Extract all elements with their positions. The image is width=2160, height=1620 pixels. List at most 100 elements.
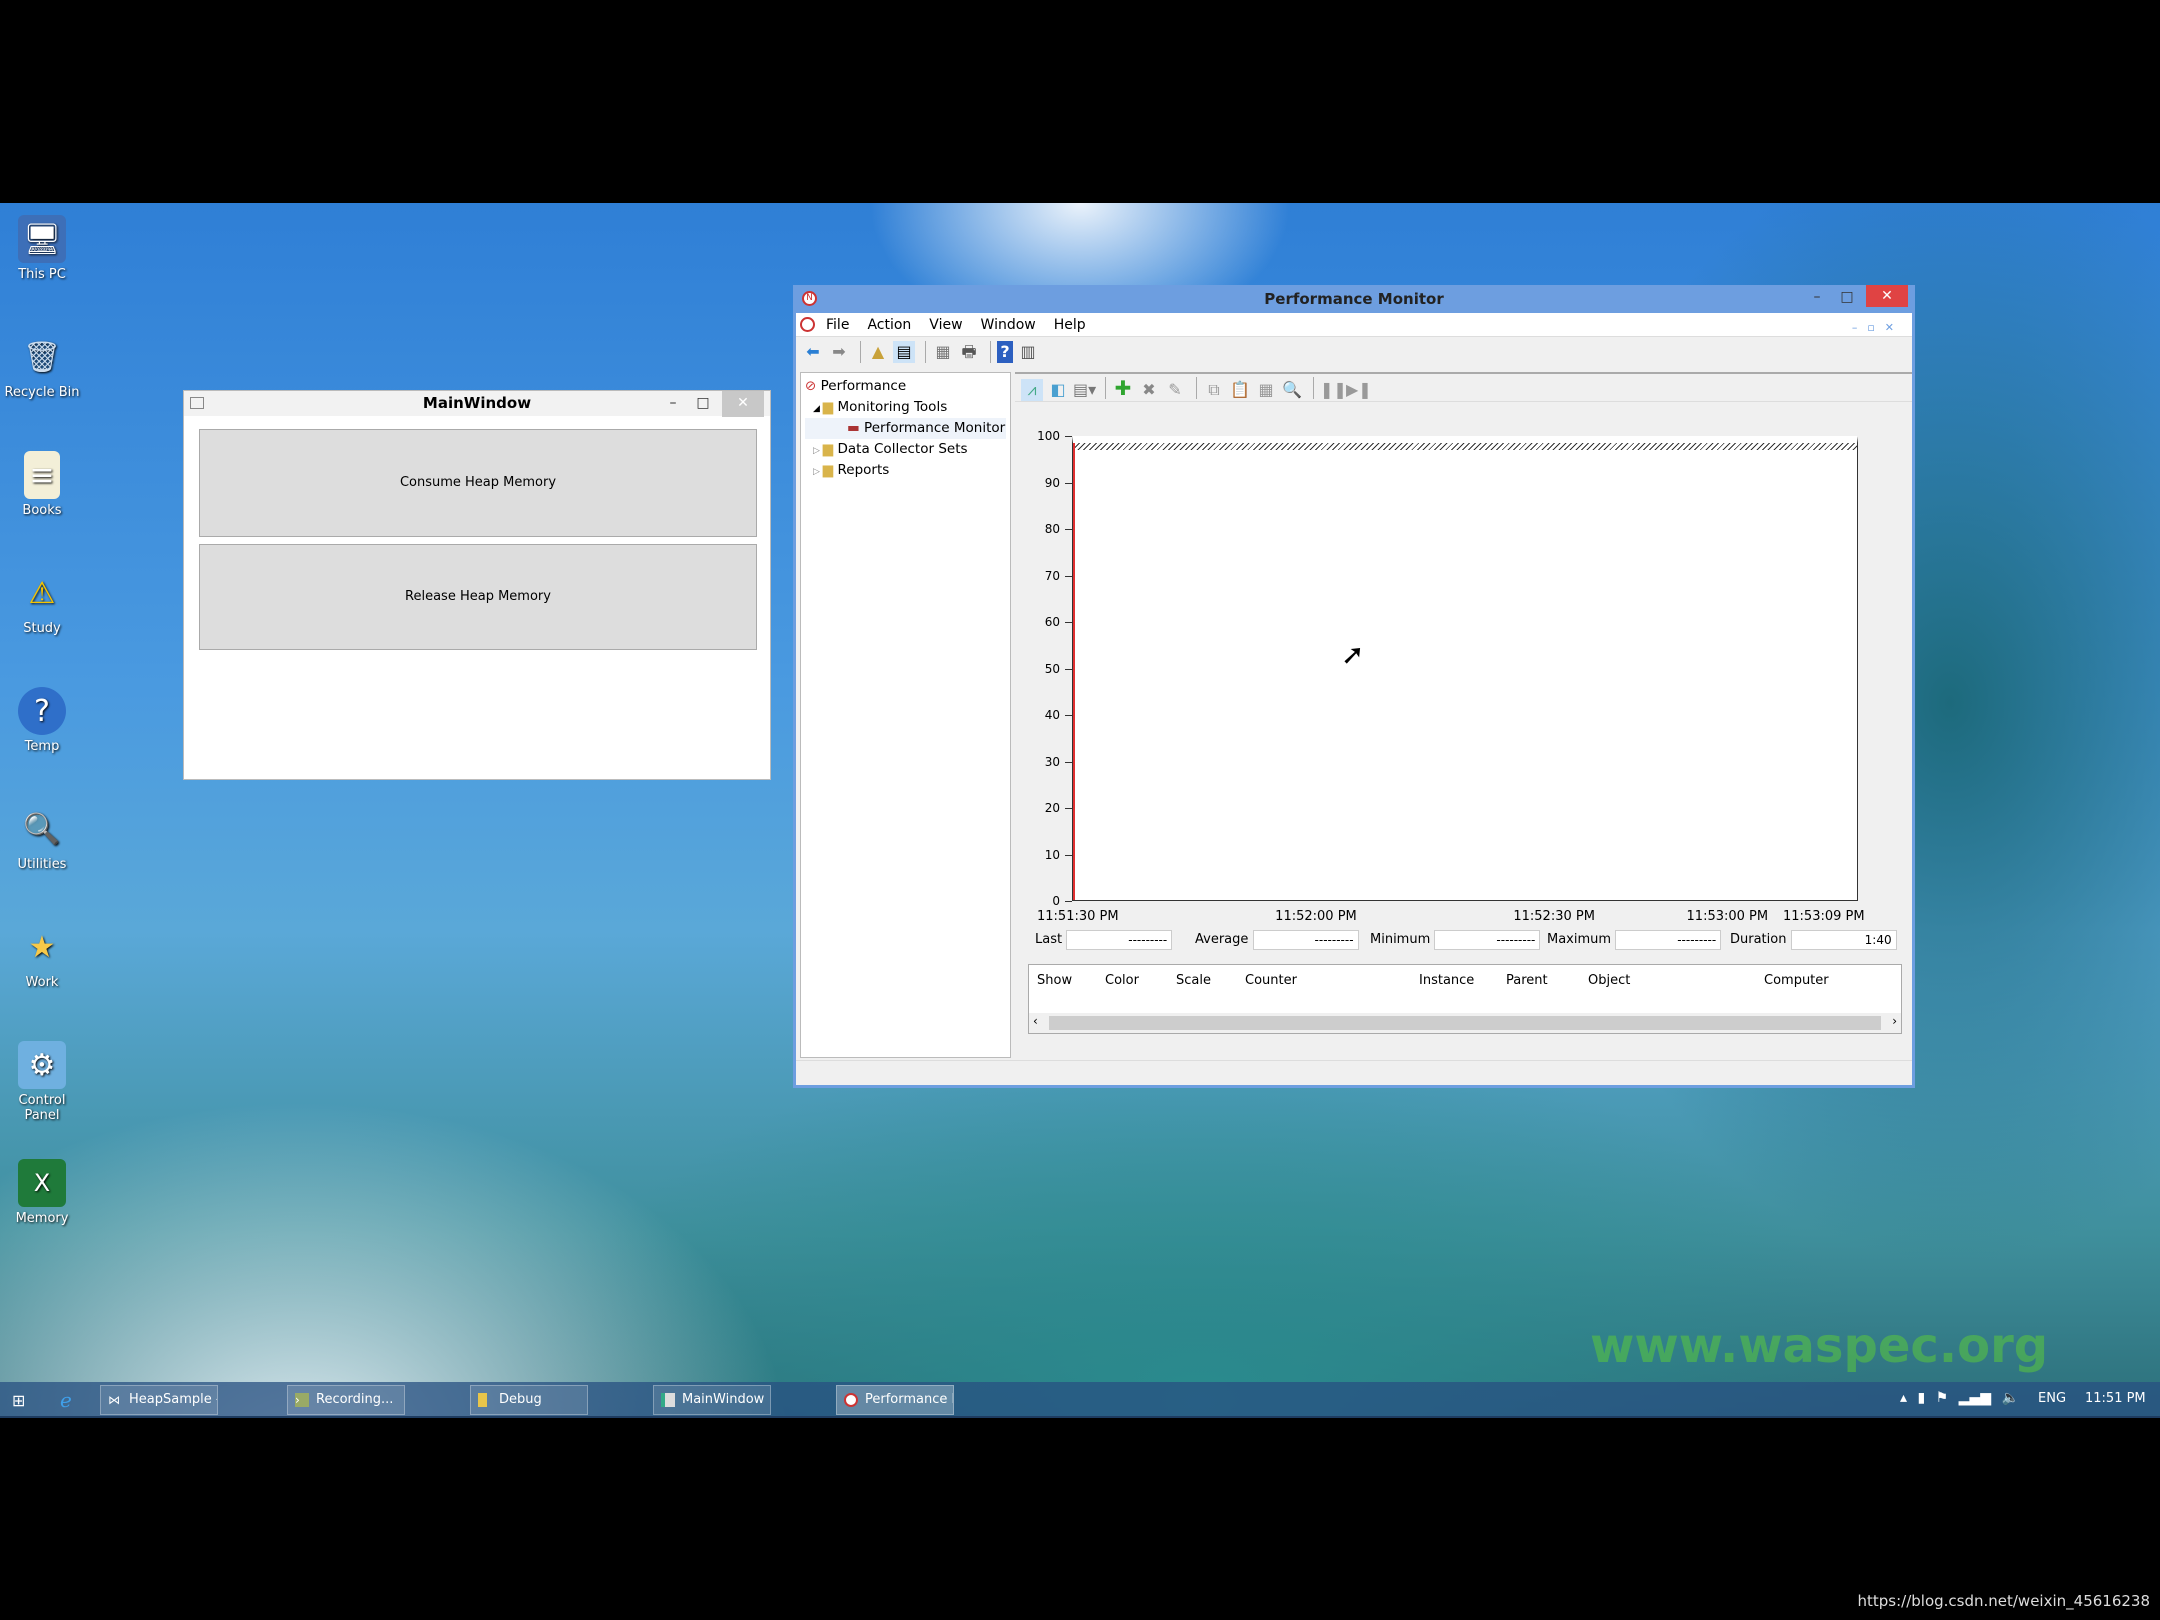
tree-item-reports[interactable]: ▷ ▆ Reports xyxy=(805,460,1006,481)
stats-row: Last --------- Average --------- Minimum… xyxy=(1035,929,1905,953)
show-hide-tree-icon[interactable]: ▤ xyxy=(893,341,915,363)
taskbar-item-recording[interactable]: › Recording... xyxy=(287,1385,405,1415)
control-panel-icon: ⚙ xyxy=(18,1041,66,1089)
battery-icon[interactable]: ▮ xyxy=(1917,1390,1925,1406)
desktop-icon-recycle-bin[interactable]: 🗑 Recycle Bin xyxy=(0,333,84,401)
highlight-icon[interactable]: ✎ xyxy=(1164,379,1186,401)
desktop-icon-this-pc[interactable]: 🖥 This PC xyxy=(0,215,84,282)
column-counter[interactable]: Counter xyxy=(1245,973,1297,988)
show-hidden-icons-icon[interactable]: ▴ xyxy=(1900,1390,1907,1406)
maximize-button[interactable]: □ xyxy=(1832,285,1862,311)
tree-item-performance-monitor[interactable]: ▬ Performance Monitor xyxy=(805,418,1006,439)
column-instance[interactable]: Instance xyxy=(1419,973,1474,988)
print-icon[interactable]: 🖶 xyxy=(958,341,980,363)
scrollbar-thumb[interactable] xyxy=(1049,1016,1881,1030)
consume-heap-memory-button[interactable]: Consume Heap Memory xyxy=(199,429,757,537)
y-tick-label: 100 xyxy=(1037,429,1060,443)
action-pane-icon[interactable]: ▥ xyxy=(1017,341,1039,363)
watermark: www.waspec.org xyxy=(1590,1318,2049,1374)
average-label: Average xyxy=(1195,932,1249,947)
minimize-button[interactable]: – xyxy=(1802,285,1832,311)
column-scale[interactable]: Scale xyxy=(1176,973,1211,988)
desktop-icon-memory[interactable]: X Memory xyxy=(0,1159,84,1226)
y-tick-mark xyxy=(1065,808,1072,809)
duration-value: 1:40 xyxy=(1790,929,1897,950)
freeze-display-icon[interactable]: ❚❚ xyxy=(1320,379,1347,401)
desktop-icon-utilities[interactable]: 🔍 Utilities xyxy=(0,805,84,873)
desktop-icon-study[interactable]: ⚠ Study xyxy=(0,569,84,637)
y-tick-label: 80 xyxy=(1044,522,1060,536)
properties-icon[interactable]: ▦ xyxy=(932,341,954,363)
menu-action[interactable]: Action xyxy=(867,317,911,333)
tree-item-data-collector-sets[interactable]: ▷ ▆ Data Collector Sets xyxy=(805,439,1006,460)
column-computer[interactable]: Computer xyxy=(1764,973,1829,988)
internet-explorer-icon[interactable]: e xyxy=(60,1388,72,1412)
taskbar-item-debug[interactable]: Debug xyxy=(470,1385,588,1415)
main-window-titlebar[interactable]: MainWindow – □ ✕ xyxy=(184,391,770,417)
start-button-windows-icon[interactable]: ⊞ xyxy=(12,1391,25,1410)
back-icon[interactable]: ⬅ xyxy=(802,341,824,363)
y-tick-label: 20 xyxy=(1044,801,1060,815)
y-tick-label: 40 xyxy=(1044,708,1060,722)
scroll-right-icon[interactable]: › xyxy=(1892,1014,1897,1028)
zoom-icon[interactable]: 🔍 xyxy=(1281,379,1303,401)
desktop-icon-work[interactable]: ★ Work xyxy=(0,923,84,991)
language-indicator[interactable]: ENG xyxy=(2038,1391,2066,1406)
volume-icon[interactable]: 🔈 xyxy=(2001,1390,2018,1406)
perfmon-graph-pane: ⩘ ◧ ▤▾ ✚ ✖ ✎ ⧉ 📋 ▦ 🔍 ❚❚▶❚ 0 10 20 30 40 50 60 70 80 90 100 ➚… xyxy=(1015,372,1912,1058)
counter-table: Show Color Scale Counter Instance Parent… xyxy=(1028,964,1902,1034)
add-counter-icon[interactable]: ✚ xyxy=(1112,377,1134,399)
desktop-icon-books[interactable]: ≡ Books xyxy=(0,451,84,518)
close-button[interactable]: ✕ xyxy=(1866,285,1908,307)
view-current-activity-icon[interactable]: ◧ xyxy=(1047,379,1069,401)
help-icon[interactable]: ? xyxy=(997,341,1013,363)
forward-icon[interactable]: ➡ xyxy=(828,341,850,363)
minimize-button[interactable]: – xyxy=(658,391,688,417)
copy-properties-icon[interactable]: ⧉ xyxy=(1203,379,1225,401)
expand-arrow-icon[interactable]: ▷ xyxy=(813,446,823,456)
delete-counter-icon[interactable]: ✖ xyxy=(1138,379,1160,401)
column-object[interactable]: Object xyxy=(1588,973,1630,988)
taskbar-item-mainwindow[interactable]: MainWindow xyxy=(653,1385,771,1415)
change-graph-type-icon[interactable]: ▤▾ xyxy=(1073,379,1096,401)
maximize-button[interactable]: □ xyxy=(688,391,718,417)
perfmon-titlebar[interactable]: Performance Monitor N – □ ✕ xyxy=(796,285,1912,313)
menu-file[interactable]: File xyxy=(826,317,849,333)
desktop-icon-temp[interactable]: ? Temp xyxy=(0,687,84,754)
y-tick-mark xyxy=(1065,575,1072,577)
column-show[interactable]: Show xyxy=(1037,973,1072,988)
up-folder-icon[interactable]: ▲ xyxy=(867,341,889,363)
horizontal-scrollbar[interactable]: ‹ › xyxy=(1029,1013,1901,1033)
clock[interactable]: 11:51 PM xyxy=(2085,1391,2146,1406)
view-graph-icon[interactable]: ⩘ xyxy=(1021,379,1043,401)
taskbar-item-performance-monitor[interactable]: Performance Monitor xyxy=(836,1385,954,1415)
tree-item-monitoring-tools[interactable]: ◢ ▆ Monitoring Tools xyxy=(805,397,1006,418)
average-value: --------- xyxy=(1252,929,1359,950)
menu-help[interactable]: Help xyxy=(1054,317,1086,333)
taskbar: ⊞ e ⋈HeapSample - Micro... ›Recording...… xyxy=(0,1382,2160,1418)
child-window-controls[interactable]: –▫✕ xyxy=(1852,316,1904,340)
menu-window[interactable]: Window xyxy=(981,317,1036,333)
taskbar-item-heapsample[interactable]: ⋈HeapSample - Micro... xyxy=(100,1385,218,1415)
collapse-arrow-icon[interactable]: ◢ xyxy=(813,404,823,414)
folder-icon: ▆ xyxy=(822,441,838,457)
desktop-icon-control-panel[interactable]: ⚙ Control Panel xyxy=(0,1041,84,1123)
scroll-left-icon[interactable]: ‹ xyxy=(1033,1014,1038,1028)
paste-counter-list-icon[interactable]: 📋 xyxy=(1229,379,1251,401)
plot-area[interactable]: ➚ xyxy=(1072,436,1858,901)
update-data-icon[interactable]: ▶❚ xyxy=(1346,379,1372,401)
folder-icon: ▆ xyxy=(822,399,838,415)
menu-view[interactable]: View xyxy=(929,317,962,333)
expand-arrow-icon[interactable]: ▷ xyxy=(813,467,823,477)
x-tick-label: 11:51:30 PM xyxy=(1037,909,1119,924)
chart: 0 10 20 30 40 50 60 70 80 90 100 ➚ 11:51:30 PM 11:5… xyxy=(1015,429,1912,924)
close-button[interactable]: ✕ xyxy=(722,391,764,417)
properties-icon[interactable]: ▦ xyxy=(1255,379,1277,401)
action-center-flag-icon[interactable]: ⚑ xyxy=(1936,1390,1949,1406)
network-signal-icon[interactable]: ▂▄▆ xyxy=(1959,1390,1991,1406)
column-color[interactable]: Color xyxy=(1105,973,1139,988)
release-heap-memory-button[interactable]: Release Heap Memory xyxy=(199,544,757,650)
performance-icon: ⊘ xyxy=(805,378,821,394)
column-parent[interactable]: Parent xyxy=(1506,973,1548,988)
tree-item-performance[interactable]: ⊘ Performance xyxy=(805,376,1006,397)
